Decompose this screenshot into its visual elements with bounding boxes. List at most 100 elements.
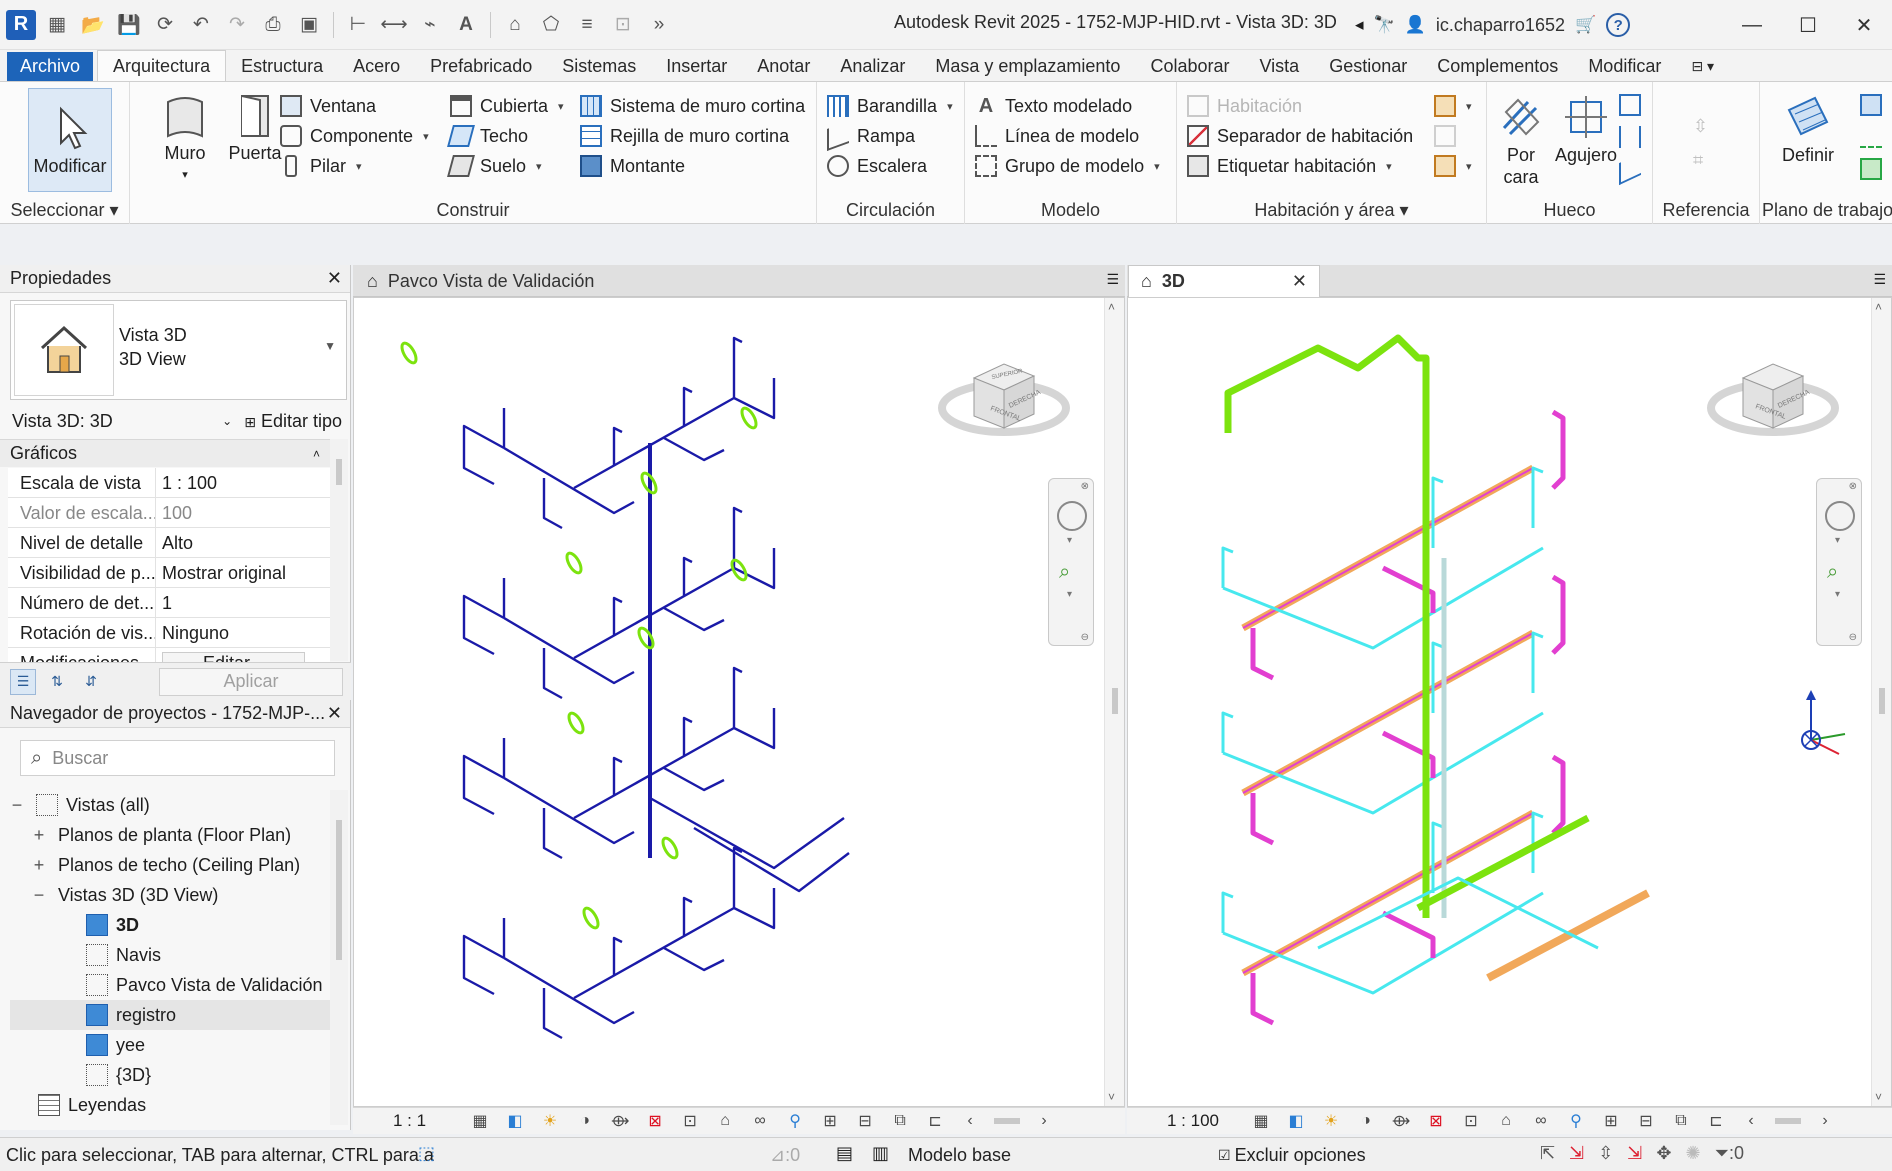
expand-icon[interactable]: + bbox=[32, 855, 46, 876]
save-icon[interactable]: 💾 bbox=[114, 10, 144, 40]
drain-pipe[interactable] bbox=[1551, 574, 1566, 655]
ribbon-options-icon[interactable]: ⊟ ▾ bbox=[1676, 52, 1729, 81]
tree-node-pavco[interactable]: Pavco Vista de Validación bbox=[10, 970, 335, 1000]
close-hidden-icon[interactable]: ⊡ bbox=[608, 10, 638, 40]
select-pinned-icon[interactable]: ⇳ bbox=[1598, 1143, 1613, 1164]
pipe-segment[interactable] bbox=[693, 826, 850, 893]
drain-pipe[interactable] bbox=[1551, 409, 1566, 490]
constraints-icon[interactable]: ⧉ bbox=[889, 1111, 911, 1131]
horizontal-scroll-thumb[interactable] bbox=[994, 1118, 1021, 1124]
property-row[interactable]: Visibilidad de p... Mostrar original bbox=[8, 558, 330, 588]
temp-view-icon[interactable]: ⊏ bbox=[1705, 1111, 1727, 1131]
cleanout-fitting[interactable] bbox=[399, 341, 419, 365]
drain-pipe[interactable] bbox=[1250, 628, 1275, 681]
pipe-segment[interactable] bbox=[542, 808, 563, 860]
minimize-icon[interactable]: — bbox=[1724, 0, 1780, 50]
print-icon[interactable]: ⎙ bbox=[258, 10, 288, 40]
home-icon[interactable]: ▦ bbox=[42, 10, 72, 40]
scroll-down-icon[interactable]: ˅ bbox=[1875, 1090, 1882, 1104]
property-value[interactable]: 1 bbox=[156, 588, 172, 617]
curtain-grid-button[interactable]: Rejilla de muro cortina bbox=[580, 121, 789, 151]
pipe-segment[interactable] bbox=[732, 666, 743, 728]
water-pipe[interactable] bbox=[1222, 546, 1544, 650]
tab-modificar[interactable]: Modificar bbox=[1573, 52, 1676, 81]
pipe-segment[interactable] bbox=[733, 708, 776, 750]
scroll-up-icon[interactable]: ˄ bbox=[1875, 300, 1882, 314]
railing-button[interactable]: Barandilla ▾ bbox=[827, 91, 953, 121]
home-3d-icon[interactable]: ⌂ bbox=[714, 1111, 736, 1131]
analysis-icon[interactable]: ⊟ bbox=[1635, 1111, 1657, 1131]
sun-path-icon[interactable]: ☀ bbox=[539, 1111, 561, 1131]
visual-style-icon[interactable]: ◧ bbox=[504, 1111, 526, 1131]
pipe-segment[interactable] bbox=[682, 896, 693, 936]
stair-button[interactable]: Escalera bbox=[827, 151, 927, 181]
pipe-segment[interactable] bbox=[682, 386, 693, 426]
type-selector[interactable]: Vista 3D 3D View ▼ bbox=[10, 300, 347, 400]
property-row[interactable]: Rotación de vis... Ninguno bbox=[8, 618, 330, 648]
view-cube[interactable]: FRONTAL DERECHA SUPERIOR bbox=[934, 338, 1074, 448]
scroll-right-icon[interactable]: › bbox=[1814, 1111, 1836, 1131]
temp-hide-icon[interactable]: ∞ bbox=[1530, 1111, 1552, 1131]
shadows-icon[interactable]: ◑ bbox=[574, 1111, 596, 1131]
water-pipe[interactable] bbox=[1531, 466, 1544, 528]
floor-button[interactable]: Suelo ▾ bbox=[447, 151, 542, 181]
show-workplane-button[interactable] bbox=[1860, 90, 1890, 120]
wall-opening-button[interactable] bbox=[1619, 90, 1649, 120]
resize-icon[interactable]: ⊖ bbox=[1849, 632, 1857, 643]
analysis-icon[interactable]: ⊟ bbox=[854, 1111, 876, 1131]
drain-pipe[interactable] bbox=[1250, 793, 1275, 846]
tab-3d-view[interactable]: ⌂ 3D ✕ bbox=[1128, 265, 1320, 297]
zoom-icon[interactable]: ⌕ bbox=[1827, 561, 1838, 584]
water-pipe[interactable] bbox=[1222, 711, 1544, 815]
close-icon[interactable]: ✕ bbox=[327, 703, 342, 724]
sun-path-icon[interactable]: ☀ bbox=[1320, 1111, 1342, 1131]
drain-pipe-outline[interactable] bbox=[1242, 632, 1534, 794]
scroll-thumb[interactable] bbox=[1879, 688, 1885, 714]
tree-node-legends[interactable]: Leyendas bbox=[10, 1090, 335, 1120]
temp-view-icon[interactable]: ⊏ bbox=[924, 1111, 946, 1131]
pipe-segment[interactable] bbox=[733, 548, 776, 590]
reveal-icon[interactable]: ⚲ bbox=[784, 1111, 806, 1131]
tab-complementos[interactable]: Complementos bbox=[1422, 52, 1573, 81]
pipe-segment[interactable] bbox=[462, 424, 505, 486]
water-pipe[interactable] bbox=[1531, 631, 1544, 693]
model-line-button[interactable]: Línea de modelo bbox=[975, 121, 1139, 151]
section-icon[interactable]: ⬠ bbox=[536, 10, 566, 40]
scroll-down-icon[interactable]: ˅ bbox=[1108, 1090, 1115, 1104]
property-value[interactable]: Mostrar original bbox=[156, 558, 286, 587]
help-icon[interactable]: ? bbox=[1606, 13, 1631, 37]
close-icon[interactable]: ✕ bbox=[327, 268, 342, 289]
thin-lines-icon[interactable]: ≡ bbox=[572, 10, 602, 40]
pipe-segment[interactable] bbox=[733, 888, 776, 930]
chevron-down-icon[interactable]: ▾ bbox=[1067, 589, 1072, 600]
area-boundary-button[interactable] bbox=[1434, 121, 1464, 151]
water-pipe[interactable] bbox=[1431, 476, 1444, 548]
drain-pipe[interactable] bbox=[1250, 973, 1275, 1026]
tab-acero[interactable]: Acero bbox=[338, 52, 415, 81]
window-button[interactable]: Ventana bbox=[280, 91, 376, 121]
collapse-icon[interactable]: − bbox=[32, 885, 46, 906]
default-3d-icon[interactable]: ⌂ bbox=[500, 10, 530, 40]
tree-node-registro[interactable]: registro bbox=[10, 1000, 335, 1030]
tab-menu-icon[interactable]: ☰ bbox=[1106, 271, 1119, 288]
collapse-icon[interactable]: ˄ bbox=[313, 447, 320, 461]
tree-node-navis[interactable]: Navis bbox=[10, 940, 335, 970]
background-process-icon[interactable]: ✺ bbox=[1685, 1143, 1700, 1164]
shaft-button[interactable]: Agujero bbox=[1551, 92, 1621, 166]
sort-asc-icon[interactable]: ⇅ bbox=[44, 669, 70, 695]
tree-node-3d-views[interactable]: − Vistas 3D (3D View) bbox=[10, 880, 335, 910]
apply-button[interactable]: Aplicar bbox=[159, 667, 343, 696]
ceiling-button[interactable]: Techo bbox=[447, 121, 528, 151]
tab-analizar[interactable]: Analizar bbox=[825, 52, 920, 81]
collapse-icon[interactable]: − bbox=[10, 795, 24, 816]
worksets-icon[interactable]: ⬚ bbox=[418, 1143, 435, 1164]
tab-anotar[interactable]: Anotar bbox=[742, 52, 825, 81]
curtain-system-button[interactable]: Sistema de muro cortina bbox=[580, 91, 805, 121]
pipe-segment[interactable] bbox=[542, 988, 563, 1040]
worksharing-icon[interactable]: ⊞ bbox=[819, 1111, 841, 1131]
pipe-segment[interactable] bbox=[663, 436, 725, 462]
steering-wheel-icon[interactable] bbox=[1057, 501, 1087, 531]
chevron-down-icon[interactable]: ⌄ bbox=[222, 414, 232, 428]
close-icon[interactable]: ⊗ bbox=[1081, 481, 1089, 492]
user-icon[interactable]: 👤 bbox=[1405, 15, 1426, 35]
